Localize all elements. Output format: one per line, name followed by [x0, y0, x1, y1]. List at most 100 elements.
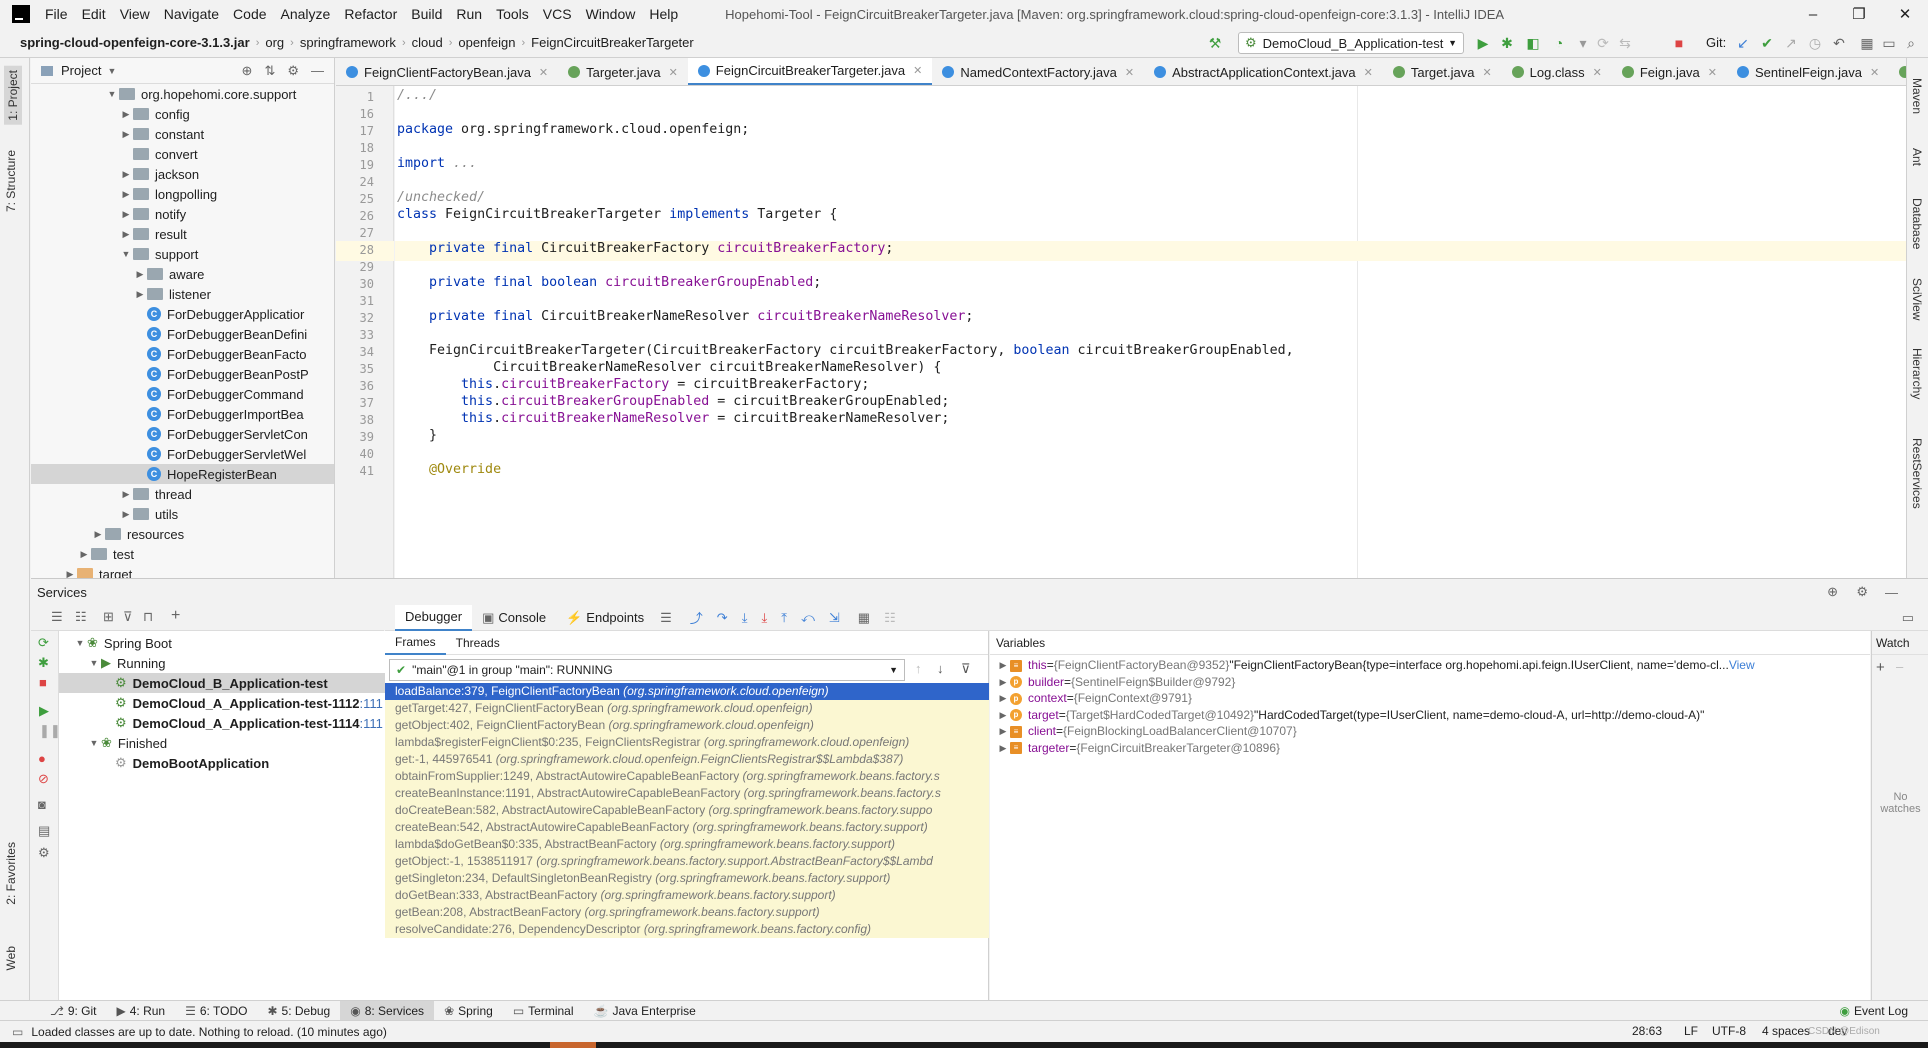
- stripe-tab-favorites[interactable]: 2: Favorites: [4, 842, 18, 905]
- close-button[interactable]: ✕: [1882, 0, 1928, 28]
- line-separator[interactable]: LF: [1684, 1024, 1698, 1038]
- collapsed-arrow-icon[interactable]: ▶: [119, 109, 133, 120]
- show-execution-point-icon[interactable]: ⤴: [690, 608, 703, 627]
- stop-icon[interactable]: ■: [39, 675, 47, 690]
- project-tree-item[interactable]: ▶ utils: [31, 504, 334, 524]
- collapsed-arrow-icon[interactable]: ▶: [119, 189, 133, 200]
- tab-debugger[interactable]: Debugger: [395, 604, 473, 631]
- tab-threads[interactable]: Threads: [446, 631, 510, 655]
- frame-up-icon[interactable]: ↑: [915, 661, 922, 676]
- hide-icon[interactable]: —: [1885, 585, 1898, 600]
- stack-frame[interactable]: doCreateBean:582, AbstractAutowireCapabl…: [385, 802, 989, 819]
- stripe-tab-project[interactable]: 1: Project: [4, 66, 22, 125]
- variable-row[interactable]: ▶ p builder = {SentinelFeign$Builder@9792}: [990, 674, 1236, 691]
- project-tree-item[interactable]: ▶ config: [31, 104, 334, 124]
- locate-icon[interactable]: ⊕: [242, 63, 253, 79]
- code-editor[interactable]: /.../ package org.springframework.cloud.o…: [395, 86, 1906, 578]
- filter-icon[interactable]: ⊽: [123, 609, 133, 625]
- variable-row[interactable]: ▶ p target = {Target$HardCodedTarget@10492…: [990, 707, 1705, 724]
- filter-icon[interactable]: ⊽: [961, 661, 971, 677]
- menu-file[interactable]: File: [38, 6, 75, 22]
- profile-icon[interactable]: ◔: [1550, 34, 1568, 52]
- project-tree-item[interactable]: C ForDebuggerBeanPostP: [31, 364, 334, 384]
- stripe-tab-database[interactable]: Database: [1910, 198, 1924, 249]
- stack-frame[interactable]: getSingleton:234, DefaultSingletonBeanRe…: [385, 870, 989, 887]
- pause-icon[interactable]: ❚❚: [39, 723, 61, 739]
- gear-icon[interactable]: ⚙: [1856, 584, 1868, 600]
- project-tree-item[interactable]: C ForDebuggerBeanDefini: [31, 324, 334, 344]
- stack-frame[interactable]: lambda$doGetBean$0:335, AbstractBeanFact…: [385, 836, 989, 853]
- variable-row[interactable]: ▶ ≡ this = {FeignClientFactoryBean@9352} "…: [990, 657, 1755, 674]
- stripe-tab-ant[interactable]: Ant: [1910, 148, 1924, 166]
- menu-build[interactable]: Build: [404, 6, 449, 22]
- collapsed-arrow-icon[interactable]: ▶: [996, 674, 1010, 691]
- stack-frame[interactable]: getBean:208, AbstractBeanFactory (org.sp…: [385, 904, 989, 921]
- tab-console[interactable]: ▣ Console: [472, 605, 556, 631]
- collapsed-arrow-icon[interactable]: ▶: [996, 740, 1010, 757]
- editor-tab[interactable]: FeignCircuitBreakerTargeter.java ✕: [687, 58, 933, 85]
- close-icon[interactable]: ✕: [1364, 66, 1373, 79]
- stack-frame[interactable]: createBeanInstance:1191, AbstractAutowir…: [385, 785, 989, 802]
- editor-tab[interactable]: Feign.java ✕: [1612, 58, 1727, 85]
- project-tree-item[interactable]: C ForDebuggerImportBea: [31, 404, 334, 424]
- tool-window-java-enterprise[interactable]: ☕ Java Enterprise: [584, 1001, 706, 1021]
- collapsed-arrow-icon[interactable]: ▶: [119, 209, 133, 220]
- debug-icon[interactable]: ✱: [38, 655, 49, 671]
- project-tree-item[interactable]: ▶ target: [31, 564, 334, 578]
- menu-analyze[interactable]: Analyze: [274, 6, 338, 22]
- close-icon[interactable]: ✕: [1482, 66, 1491, 79]
- project-tree-item[interactable]: ▶ aware: [31, 264, 334, 284]
- status-panel-icon[interactable]: ▭: [12, 1025, 23, 1039]
- breadcrumb-item[interactable]: openfeign: [452, 35, 521, 50]
- stack-frame[interactable]: get:-1, 445976541 (org.springframework.c…: [385, 751, 989, 768]
- evaluate-icon[interactable]: ▦: [858, 610, 870, 626]
- minimize-button[interactable]: –: [1790, 0, 1836, 28]
- stripe-tab-sciview[interactable]: SciView: [1910, 278, 1924, 320]
- services-tree-item[interactable]: ⚙ DemoCloud_A_Application-test-1112 :111: [59, 693, 416, 713]
- history-icon[interactable]: ◷: [1806, 34, 1824, 52]
- collapsed-arrow-icon[interactable]: ▶: [63, 569, 77, 579]
- breadcrumb-item[interactable]: org: [259, 35, 290, 50]
- git-push-icon[interactable]: ↗: [1782, 34, 1800, 52]
- menu-run[interactable]: Run: [449, 6, 489, 22]
- services-tree-item[interactable]: ⚙ DemoCloud_A_Application-test-1114 :111: [59, 713, 416, 733]
- rollback-icon[interactable]: ↶: [1830, 34, 1848, 52]
- expanded-arrow-icon[interactable]: ▼: [105, 89, 119, 99]
- close-icon[interactable]: ✕: [1593, 66, 1602, 79]
- project-tree-item[interactable]: ▶ result: [31, 224, 334, 244]
- services-tree-item[interactable]: ⚙ DemoCloud_B_Application-test: [59, 673, 416, 693]
- stack-frame[interactable]: getObject:-1, 1538511917 (org.springfram…: [385, 853, 989, 870]
- project-tree-item[interactable]: C ForDebuggerApplicatior: [31, 304, 334, 324]
- stack-frame[interactable]: loadBalance:379, FeignClientFactoryBean …: [385, 683, 989, 700]
- expanded-arrow-icon[interactable]: ▼: [73, 638, 87, 648]
- menu-navigate[interactable]: Navigate: [157, 6, 226, 22]
- debug-icon[interactable]: ✱: [1498, 34, 1516, 52]
- gear-icon[interactable]: ⚙: [287, 63, 299, 79]
- tool-window-spring[interactable]: ❀ Spring: [434, 1001, 503, 1021]
- run-to-cursor-icon[interactable]: ⇲: [829, 610, 840, 626]
- menu-icon[interactable]: ☰: [660, 610, 672, 626]
- collapsed-arrow-icon[interactable]: ▶: [119, 129, 133, 140]
- collapsed-arrow-icon[interactable]: ▶: [77, 549, 91, 560]
- file-encoding[interactable]: UTF-8: [1712, 1024, 1746, 1038]
- services-tree-item[interactable]: ▼ ▶ Running: [59, 653, 416, 673]
- rerun-icon[interactable]: ⟳: [38, 635, 49, 651]
- project-tree-item[interactable]: C HopeRegisterBean: [31, 464, 334, 484]
- tool-window-5-debug[interactable]: ✱ 5: Debug: [257, 1001, 340, 1021]
- editor-tab[interactable]: FeignClientFactoryBean.java ✕: [336, 58, 558, 85]
- event-log-button[interactable]: ◉ Event Log: [1829, 1001, 1918, 1021]
- collapsed-arrow-icon[interactable]: ▶: [119, 229, 133, 240]
- tab-endpoints[interactable]: ⚡ Endpoints: [556, 605, 654, 631]
- view-breakpoints-icon[interactable]: ●: [38, 751, 46, 766]
- project-tree-item[interactable]: ▶ thread: [31, 484, 334, 504]
- stripe-tab-structure[interactable]: 7: Structure: [4, 150, 18, 212]
- collapse-all-icon[interactable]: ☷: [75, 609, 87, 625]
- collapsed-arrow-icon[interactable]: ▶: [133, 269, 147, 280]
- project-tree-item[interactable]: ▼ org.hopehomi.core.support: [31, 84, 334, 104]
- more-run-icon[interactable]: ▾: [1574, 34, 1592, 52]
- camera-icon[interactable]: ◙: [38, 797, 46, 812]
- project-tree-item[interactable]: ▼ support: [31, 244, 334, 264]
- stripe-tab-web[interactable]: Web: [4, 946, 18, 970]
- variable-row[interactable]: ▶ ≡ client = {FeignBlockingLoadBalancerCli…: [990, 723, 1297, 740]
- force-step-into-icon[interactable]: ⤓: [761, 610, 767, 626]
